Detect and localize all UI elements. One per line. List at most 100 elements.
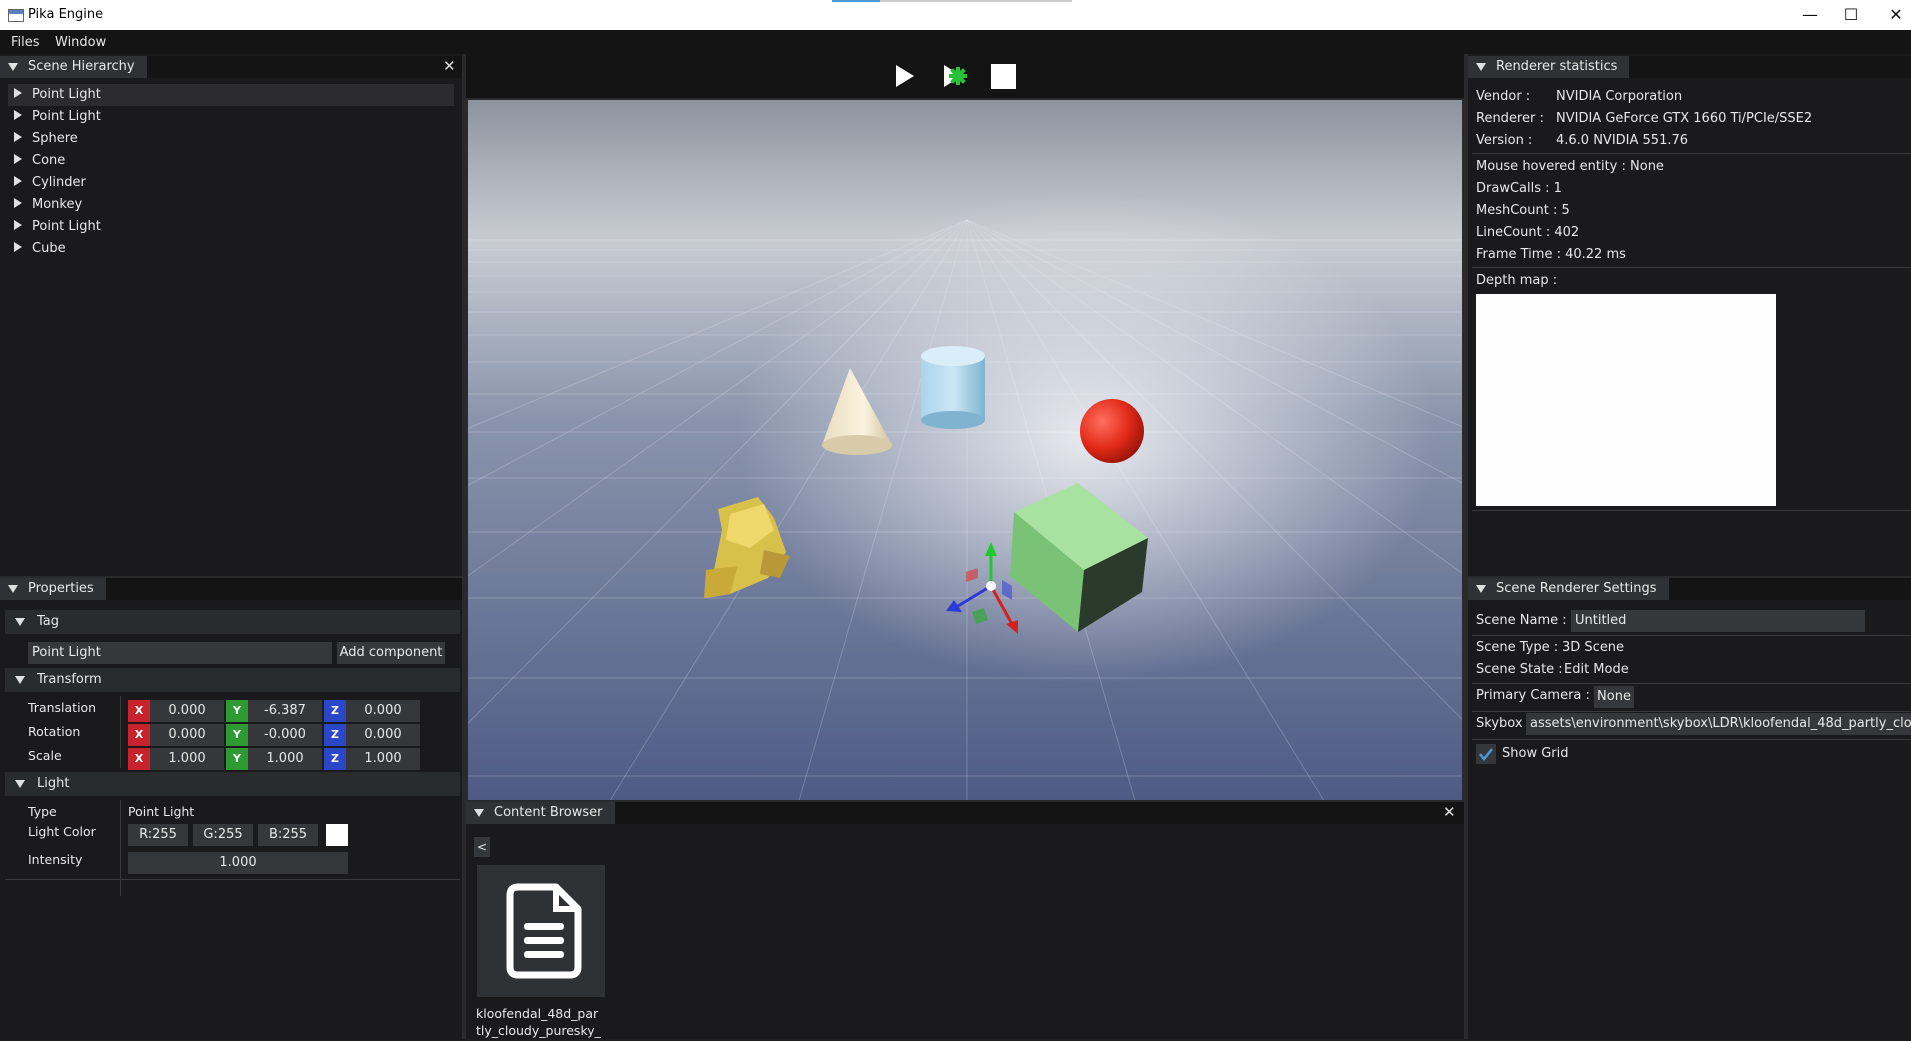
y-axis-label: Y bbox=[226, 724, 248, 746]
hierarchy-item[interactable]: Cylinder bbox=[8, 172, 454, 194]
translation-y-field[interactable]: -6.387 bbox=[248, 700, 322, 722]
scale-x-field[interactable]: 1.000 bbox=[150, 748, 224, 770]
collapse-icon[interactable] bbox=[15, 618, 25, 626]
scale-label: Scale bbox=[28, 748, 62, 763]
expand-icon[interactable] bbox=[14, 132, 22, 142]
tab-scene-hierarchy[interactable]: Scene Hierarchy bbox=[0, 56, 147, 78]
hierarchy-item[interactable]: Point Light bbox=[8, 216, 454, 238]
expand-icon[interactable] bbox=[14, 154, 22, 164]
file-name-line1: kloofendal_48d_par bbox=[476, 1006, 599, 1021]
z-axis-label: Z bbox=[324, 700, 346, 722]
skybox-path-input[interactable]: assets\environment\skybox\LDR\kloofendal… bbox=[1526, 713, 1911, 735]
content-browser-panel: Content Browser ✕ < kloofendal_48d_par t… bbox=[466, 802, 1464, 1039]
color-g-field[interactable]: G:255 bbox=[193, 824, 253, 846]
scene-viewport[interactable] bbox=[466, 98, 1464, 802]
tag-input[interactable]: Point Light bbox=[28, 642, 332, 664]
divider bbox=[1472, 683, 1911, 684]
column-divider bbox=[120, 696, 121, 768]
rotation-y-field[interactable]: -0.000 bbox=[248, 724, 322, 746]
file-tile[interactable] bbox=[477, 865, 605, 997]
primary-camera-select[interactable]: None bbox=[1594, 686, 1634, 708]
tab-content-browser[interactable]: Content Browser bbox=[466, 802, 615, 824]
content-tabstrip: Content Browser ✕ bbox=[466, 802, 1464, 824]
file-name-line2: tly_cloudy_puresky_ bbox=[476, 1023, 601, 1038]
back-button[interactable]: < bbox=[474, 837, 490, 857]
simulate-icon[interactable] bbox=[942, 64, 970, 88]
menu-files[interactable]: Files bbox=[11, 35, 40, 50]
hierarchy-item[interactable]: Point Light bbox=[8, 106, 454, 128]
show-grid-checkbox[interactable] bbox=[1476, 744, 1496, 764]
tab-properties[interactable]: Properties bbox=[0, 578, 106, 600]
collapse-icon[interactable] bbox=[8, 585, 18, 593]
color-b-field[interactable]: B:255 bbox=[258, 824, 318, 846]
light-type-label: Type bbox=[28, 804, 57, 819]
title-accent bbox=[832, 0, 880, 2]
rotation-z-field[interactable]: 0.000 bbox=[346, 724, 420, 746]
tag-section-header[interactable]: Tag bbox=[5, 610, 460, 634]
expand-icon[interactable] bbox=[14, 176, 22, 186]
tab-renderer-statistics[interactable]: Renderer statistics bbox=[1468, 56, 1630, 78]
expand-icon[interactable] bbox=[14, 220, 22, 230]
item-label: Cylinder bbox=[32, 175, 86, 190]
light-type-value[interactable]: Point Light bbox=[128, 804, 194, 819]
intensity-field[interactable]: 1.000 bbox=[128, 852, 348, 874]
skybox-label: Skybox bbox=[1476, 716, 1523, 731]
close-content-icon[interactable]: ✕ bbox=[1443, 803, 1456, 821]
collapse-icon[interactable] bbox=[15, 676, 25, 684]
stop-icon[interactable] bbox=[991, 64, 1016, 89]
section-label: Transform bbox=[37, 672, 102, 687]
add-component-button[interactable]: Add component bbox=[337, 642, 445, 664]
hierarchy-item[interactable]: Monkey bbox=[8, 194, 454, 216]
item-label: Cone bbox=[32, 153, 66, 168]
y-axis-label: Y bbox=[226, 700, 248, 722]
menu-window[interactable]: Window bbox=[55, 35, 106, 50]
section-label: Tag bbox=[37, 614, 60, 629]
settings-tabstrip: Scene Renderer Settings bbox=[1468, 578, 1911, 600]
hierarchy-item[interactable]: Cube bbox=[8, 238, 454, 260]
collapse-icon[interactable] bbox=[8, 63, 18, 71]
viewport-render bbox=[468, 100, 1462, 800]
collapse-icon[interactable] bbox=[1476, 63, 1486, 71]
expand-icon[interactable] bbox=[14, 110, 22, 120]
renderer-statistics-panel: Renderer statistics Vendor : NVIDIA Corp… bbox=[1468, 54, 1911, 576]
collapse-icon[interactable] bbox=[1476, 585, 1486, 593]
hierarchy-item[interactable]: Sphere bbox=[8, 128, 454, 150]
scale-z-field[interactable]: 1.000 bbox=[346, 748, 420, 770]
expand-icon[interactable] bbox=[14, 198, 22, 208]
scene-name-input[interactable]: Untitled bbox=[1571, 610, 1865, 632]
file-name[interactable]: kloofendal_48d_par tly_cloudy_puresky_ bbox=[476, 1005, 601, 1039]
play-toolbar bbox=[466, 54, 1464, 98]
close-hierarchy-icon[interactable]: ✕ bbox=[443, 57, 456, 75]
item-label: Sphere bbox=[32, 131, 78, 146]
color-r-field[interactable]: R:255 bbox=[128, 824, 188, 846]
collapse-icon[interactable] bbox=[15, 780, 25, 788]
tab-label: Content Browser bbox=[494, 805, 603, 820]
document-icon bbox=[506, 883, 582, 979]
hierarchy-item[interactable]: Point Light bbox=[8, 84, 454, 106]
collapse-icon[interactable] bbox=[474, 809, 484, 817]
translation-x-field[interactable]: 0.000 bbox=[150, 700, 224, 722]
color-swatch[interactable] bbox=[326, 824, 348, 846]
divider bbox=[1472, 510, 1911, 511]
scale-y-field[interactable]: 1.000 bbox=[248, 748, 322, 770]
scene-renderer-settings-panel: Scene Renderer Settings Scene Name : Unt… bbox=[1468, 576, 1911, 1041]
transform-section-header[interactable]: Transform bbox=[5, 668, 460, 692]
play-icon[interactable] bbox=[894, 64, 916, 88]
expand-icon[interactable] bbox=[14, 242, 22, 252]
window-title: Pika Engine bbox=[28, 7, 104, 22]
z-axis-label: Z bbox=[324, 748, 346, 770]
maximize-button[interactable]: ☐ bbox=[1828, 0, 1874, 30]
version-value: 4.6.0 NVIDIA 551.76 bbox=[1556, 133, 1689, 148]
close-window-button[interactable]: ✕ bbox=[1873, 0, 1911, 30]
expand-icon[interactable] bbox=[14, 88, 22, 98]
divider bbox=[1472, 739, 1911, 740]
minimize-button[interactable]: — bbox=[1787, 0, 1833, 30]
rotation-x-field[interactable]: 0.000 bbox=[150, 724, 224, 746]
hierarchy-item[interactable]: Cone bbox=[8, 150, 454, 172]
tab-scene-renderer-settings[interactable]: Scene Renderer Settings bbox=[1468, 578, 1669, 600]
translation-z-field[interactable]: 0.000 bbox=[346, 700, 420, 722]
renderer-value: NVIDIA GeForce GTX 1660 Ti/PCIe/SSE2 bbox=[1556, 111, 1813, 126]
light-section-header[interactable]: Light bbox=[5, 772, 460, 796]
translation-label: Translation bbox=[28, 700, 97, 715]
divider bbox=[1472, 267, 1911, 268]
